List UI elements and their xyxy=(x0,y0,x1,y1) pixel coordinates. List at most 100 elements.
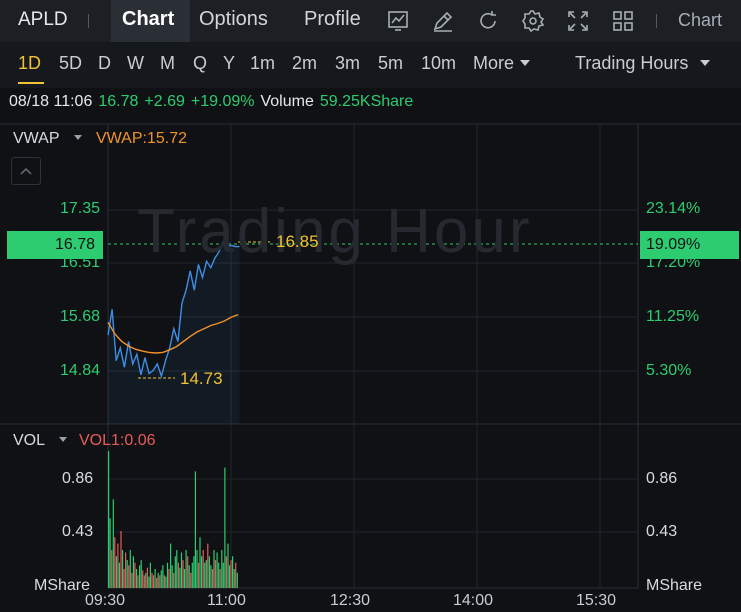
volume-bar xyxy=(148,576,150,588)
volume-bar xyxy=(171,565,173,588)
vol-tick-left: 0.86 xyxy=(62,470,94,487)
high-label: 16.85 xyxy=(276,232,319,251)
vol-tick-left: 0.43 xyxy=(62,523,94,540)
volume-bar xyxy=(235,562,237,588)
volume-bar xyxy=(131,572,133,588)
volume-bar xyxy=(221,550,223,588)
volume-bar xyxy=(140,560,142,588)
indicator-selector[interactable]: VWAP xyxy=(13,130,82,148)
volume-bar xyxy=(187,556,189,588)
volume-bar xyxy=(236,572,238,588)
volume-bar xyxy=(122,550,124,588)
volume-bar xyxy=(180,552,183,588)
volume-bar xyxy=(117,543,119,588)
volume-bar xyxy=(190,572,192,588)
volume-bar xyxy=(157,572,159,588)
volume-bar xyxy=(232,556,234,588)
volume-bar xyxy=(160,570,162,588)
volume-bar xyxy=(191,562,193,588)
vol-tick-right: 0.43 xyxy=(646,523,678,540)
volume-bar xyxy=(132,556,134,588)
y-tick-right: 5.30% xyxy=(646,362,692,379)
volume-bar xyxy=(179,567,181,588)
volume-bar xyxy=(152,575,155,588)
volume-bar xyxy=(111,550,113,588)
volume-bar xyxy=(156,577,158,588)
volume-bar xyxy=(230,560,232,588)
current-price-tag: 16.78 xyxy=(7,231,103,259)
volume-bar xyxy=(193,556,195,588)
volume-bar xyxy=(225,556,227,588)
current-pct-tag: 19.09% xyxy=(640,231,739,259)
y-tick-right: 23.14% xyxy=(646,200,701,217)
volume-bar xyxy=(224,467,226,588)
volume-bar xyxy=(188,565,190,588)
x-tick: 14:00 xyxy=(453,592,494,609)
volume-bar xyxy=(126,560,128,588)
volume-bar xyxy=(170,543,172,588)
volume-bar xyxy=(194,471,196,588)
price-lines xyxy=(107,240,270,424)
volume-bar xyxy=(162,565,164,588)
volume-bar xyxy=(216,552,218,588)
price-area xyxy=(108,242,240,424)
volume-bar xyxy=(185,550,187,588)
volume-bar xyxy=(109,518,111,588)
volume-bar xyxy=(165,576,167,588)
volume-bars xyxy=(108,451,238,588)
volume-bar xyxy=(176,550,178,588)
vol-tick-right: 0.86 xyxy=(646,470,678,487)
volume-bar xyxy=(114,537,116,588)
volume-bar xyxy=(202,550,204,588)
volume-bar xyxy=(142,570,144,588)
chevron-down-icon xyxy=(59,436,68,442)
volume-bar xyxy=(115,556,117,588)
volume-bar xyxy=(222,562,224,588)
volume-bar xyxy=(108,451,110,588)
volume-bar xyxy=(163,575,165,588)
y-tick-right: 11.25% xyxy=(646,308,700,325)
chevron-up-icon xyxy=(20,167,32,175)
vol1-value: VOL1:0.06 xyxy=(79,432,156,449)
volume-bar xyxy=(214,560,217,588)
volume-bar xyxy=(168,569,170,588)
volume-bar xyxy=(174,556,176,588)
y-tick-left: 17.35 xyxy=(59,200,100,217)
volume-bar xyxy=(210,565,212,588)
volume-bar xyxy=(213,550,215,588)
volume-indicator-selector[interactable]: VOL xyxy=(13,432,68,450)
volume-bar xyxy=(218,562,220,588)
volume-bar xyxy=(207,543,209,588)
y-tick-left: 14.84 xyxy=(59,362,100,379)
volume-bar xyxy=(134,562,136,588)
volume-bar xyxy=(137,575,139,588)
indicator-label: VWAP xyxy=(13,130,60,147)
collapse-button[interactable] xyxy=(11,157,41,185)
volume-bar xyxy=(219,569,221,588)
volume-bar xyxy=(199,537,201,588)
vol-unit-left: MShare xyxy=(34,577,91,594)
price-chart[interactable] xyxy=(0,0,741,612)
y-tick-left: 15.68 xyxy=(59,308,100,325)
volume-bar xyxy=(228,565,231,588)
volume-bar xyxy=(120,531,122,588)
volume-bar xyxy=(204,562,206,588)
low-label: 14.73 xyxy=(180,369,223,388)
volume-bar xyxy=(149,562,151,588)
volume-bar xyxy=(151,572,153,588)
x-tick: 12:30 xyxy=(330,592,371,609)
volume-indicator-label: VOL xyxy=(13,432,46,449)
volume-bar xyxy=(125,552,127,588)
volume-bar xyxy=(197,562,200,588)
volume-bar xyxy=(139,565,141,588)
volume-bar xyxy=(201,556,203,588)
volume-bar xyxy=(118,562,120,588)
volume-bar xyxy=(233,569,235,588)
volume-bar xyxy=(112,499,114,588)
volume-bar xyxy=(128,565,130,588)
x-tick: 15:30 xyxy=(576,592,617,609)
volume-bar xyxy=(159,575,161,588)
volume-bar xyxy=(211,569,214,588)
volume-bar xyxy=(129,550,131,588)
chevron-down-icon xyxy=(73,134,82,140)
